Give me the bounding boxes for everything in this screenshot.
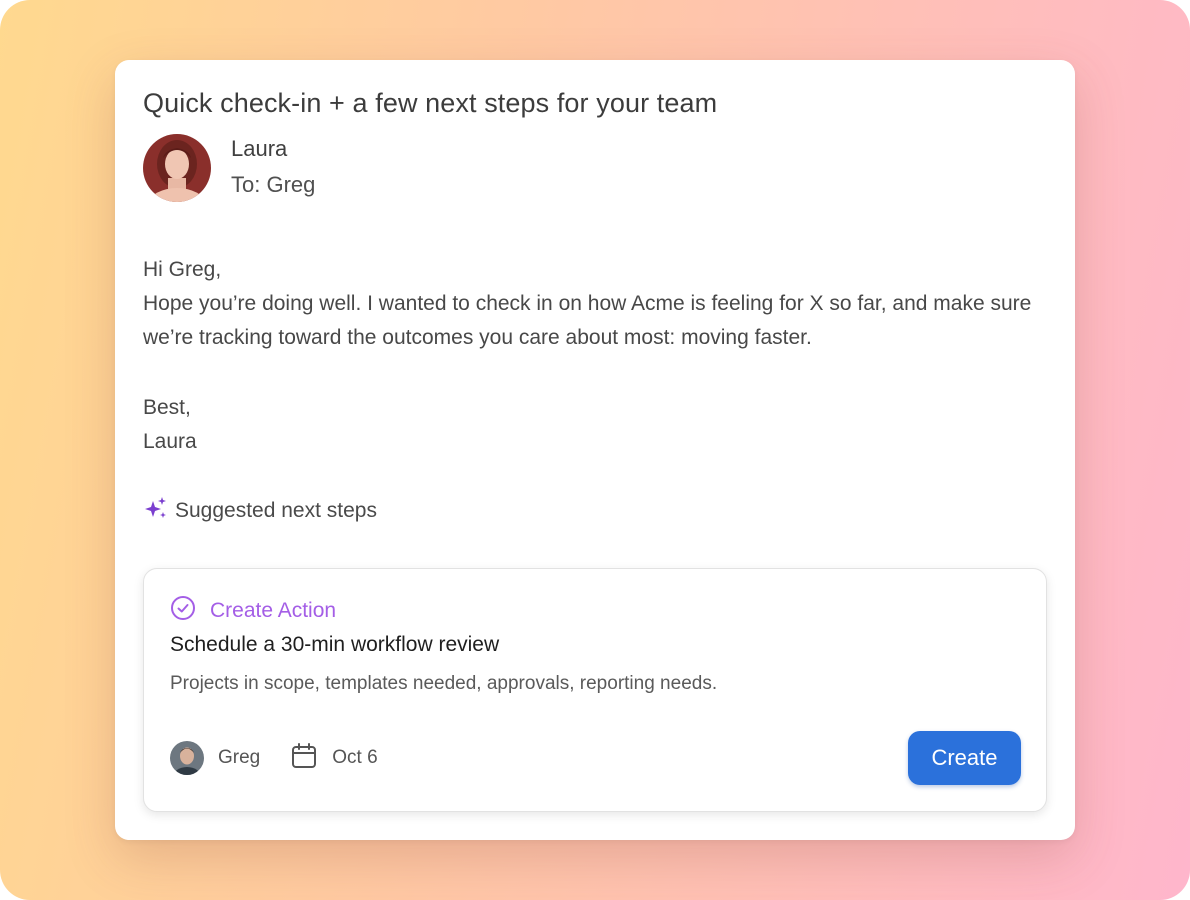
sparkle-icon xyxy=(143,495,169,526)
recipient-line: To: Greg xyxy=(231,172,316,197)
task-description: Projects in scope, templates needed, app… xyxy=(170,673,718,694)
email-signature: Laura xyxy=(143,430,197,453)
suggested-heading: Suggested next steps xyxy=(175,498,377,522)
email-subject: Quick check-in + a few next steps for yo… xyxy=(143,88,718,118)
assignee-name: Greg xyxy=(218,747,261,768)
due-date-text: Oct 6 xyxy=(332,747,378,768)
action-type-label: Create Action xyxy=(210,598,337,622)
email-card: Quick check-in + a few next steps for yo… xyxy=(115,60,1075,840)
action-type: Create Action xyxy=(170,595,336,626)
suggested-next-steps: Suggested next steps xyxy=(143,495,377,526)
task-title: Schedule a 30-min workflow review xyxy=(170,633,500,656)
sender-avatar xyxy=(143,134,211,202)
email-paragraph: Hope you’re doing well. I wanted to chec… xyxy=(143,292,1032,349)
create-button[interactable]: Create xyxy=(908,731,1021,785)
due-date[interactable]: Oct 6 xyxy=(290,742,378,775)
action-card: Create Action Schedule a 30-min workflow… xyxy=(143,568,1047,812)
task-meta: Greg Oct 6 xyxy=(170,741,378,775)
sender-name: Laura xyxy=(231,136,288,161)
assignee-avatar xyxy=(170,741,204,775)
calendar-icon xyxy=(290,742,318,775)
check-circle-icon xyxy=(170,595,196,626)
email-greeting: Hi Greg, xyxy=(143,258,222,281)
email-signoff: Best, xyxy=(143,396,191,419)
gradient-background: Quick check-in + a few next steps for yo… xyxy=(0,0,1190,900)
